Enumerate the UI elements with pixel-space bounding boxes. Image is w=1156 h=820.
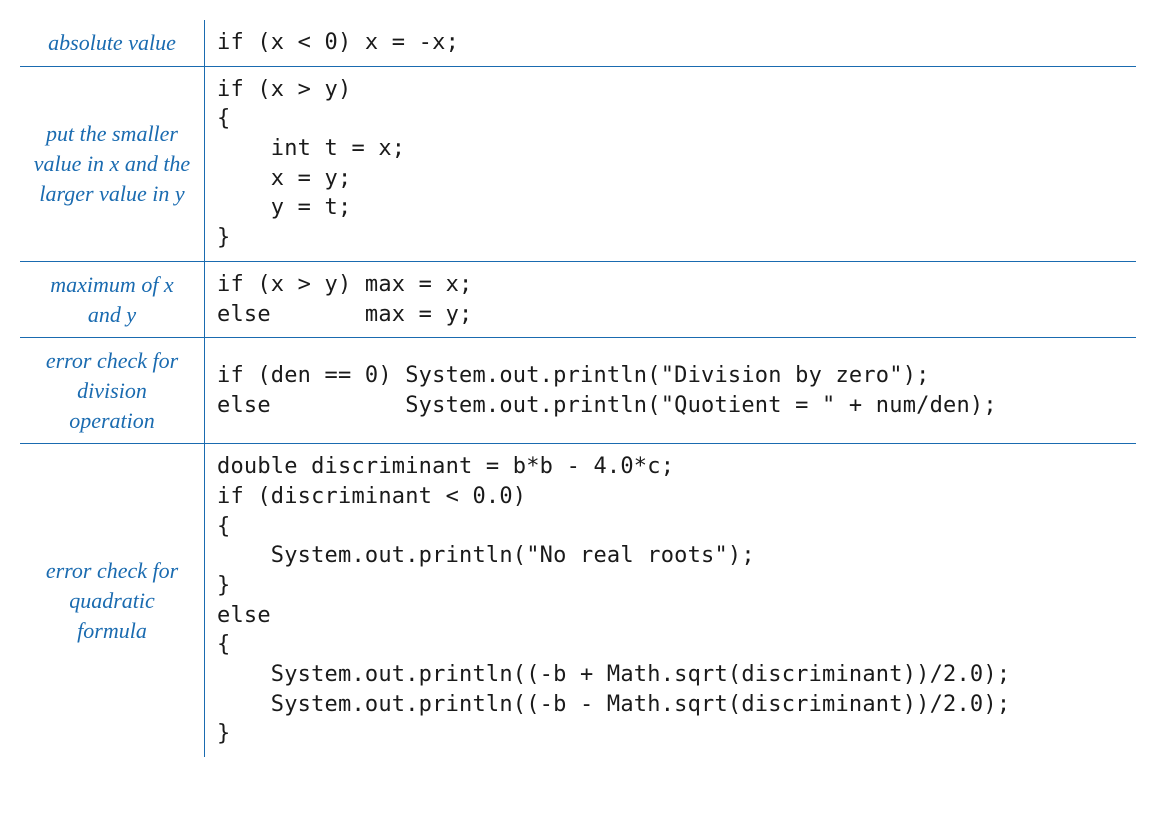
row-label-division-check: error check for division operation xyxy=(20,338,205,444)
row-code-swap: if (x > y) { int t = x; x = y; y = t; } xyxy=(205,66,1137,261)
row-code-absolute-value: if (x < 0) x = -x; xyxy=(205,20,1137,66)
row-label-maximum: maximum of x and y xyxy=(20,261,205,337)
code-examples-table: absolute value if (x < 0) x = -x; put th… xyxy=(20,20,1136,757)
row-label-absolute-value: absolute value xyxy=(20,20,205,66)
row-code-maximum: if (x > y) max = x; else max = y; xyxy=(205,261,1137,337)
row-code-division-check: if (den == 0) System.out.println("Divisi… xyxy=(205,338,1137,444)
table-row: put the smaller value in x and the large… xyxy=(20,66,1136,261)
table-row: error check for quadratic formula double… xyxy=(20,444,1136,757)
table-row: absolute value if (x < 0) x = -x; xyxy=(20,20,1136,66)
row-label-swap: put the smaller value in x and the large… xyxy=(20,66,205,261)
table-row: error check for division operation if (d… xyxy=(20,338,1136,444)
table-row: maximum of x and y if (x > y) max = x; e… xyxy=(20,261,1136,337)
row-code-quadratic: double discriminant = b*b - 4.0*c; if (d… xyxy=(205,444,1137,757)
row-label-quadratic: error check for quadratic formula xyxy=(20,444,205,757)
